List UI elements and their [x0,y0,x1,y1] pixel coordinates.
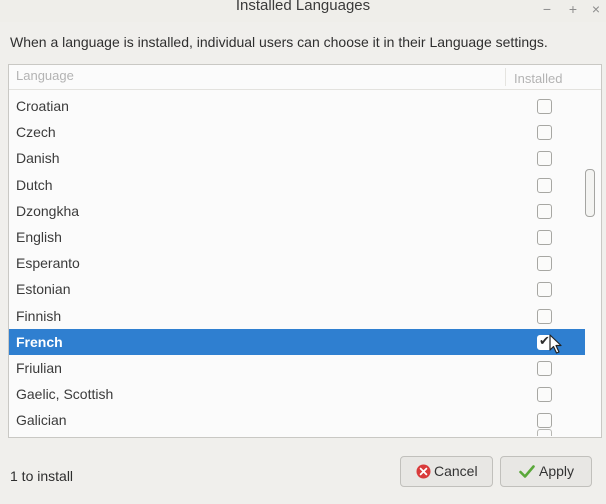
window-title: Installed Languages [235,0,371,14]
installed-checkbox[interactable] [537,360,552,376]
column-divider [505,68,506,86]
list-row[interactable]: Dutch [9,172,585,198]
apply-button[interactable]: Apply [500,456,592,487]
close-button[interactable]: × [589,1,603,17]
description-text: When a language is installed, individual… [10,34,548,50]
column-header-installed[interactable]: Installed [514,71,562,86]
partial-checkbox [537,429,552,436]
install-status: 1 to install [10,468,74,484]
mouse-pointer-icon [549,334,562,354]
list-row[interactable]: Estonian [9,276,585,302]
language-name: Estonian [16,281,71,298]
installed-checkbox[interactable] [537,387,552,403]
cancel-label: Cancel [434,463,478,479]
installed-checkbox[interactable] [537,99,552,114]
list-row[interactable]: English [9,224,585,250]
installed-checkbox[interactable] [537,229,552,245]
language-name: Danish [16,150,60,167]
language-name: Dzongkha [16,202,80,219]
installed-checkbox[interactable] [537,203,552,219]
installed-checkbox[interactable] [537,282,552,298]
installed-checkbox[interactable] [537,125,552,141]
language-name: Esperanto [16,255,80,272]
list-row[interactable]: Galician [9,407,585,433]
language-name: French [16,333,63,350]
list-row[interactable]: Finnish [9,303,585,329]
list-row[interactable]: Croatian [9,93,585,119]
installed-checkbox[interactable] [537,151,552,167]
title-bar: Installed Languages − + × [0,0,606,22]
language-name: Gaelic, Scottish [16,386,114,403]
language-name: Galician [16,412,67,429]
list-rows: Croatian Czech Danish Dutch Dzongkha Eng… [9,93,585,433]
language-name: English [16,228,62,245]
scrollbar-thumb[interactable] [585,169,595,217]
language-name: Dutch [16,176,53,193]
maximize-button[interactable]: + [566,1,580,17]
installed-checkbox[interactable] [537,308,552,324]
language-name: Czech [16,124,56,141]
cancel-button[interactable]: Cancel [400,456,493,487]
installed-checkbox[interactable] [537,256,552,272]
list-row[interactable]: Esperanto [9,250,585,276]
installed-checkbox[interactable] [537,177,552,193]
installed-checkbox[interactable] [537,413,552,429]
language-list[interactable]: Language Installed Croatian Czech Danish… [8,64,602,438]
list-row[interactable]: Friulian [9,355,585,381]
column-header-language[interactable]: Language [16,68,74,83]
list-header: Language Installed [9,65,601,90]
language-name: Friulian [16,359,62,376]
list-row[interactable]: Gaelic, Scottish [9,381,585,407]
cancel-circle-icon [416,464,431,479]
list-row[interactable]: Czech [9,119,585,145]
language-name: Finnish [16,307,62,324]
list-row[interactable]: Danish [9,145,585,171]
minimize-button[interactable]: − [540,1,554,17]
list-row-selected[interactable]: French ✔ [9,328,585,355]
list-row[interactable]: Dzongkha [9,198,585,224]
language-name: Croatian [16,98,69,114]
checkmark-icon [519,465,535,478]
apply-label: Apply [539,463,575,479]
